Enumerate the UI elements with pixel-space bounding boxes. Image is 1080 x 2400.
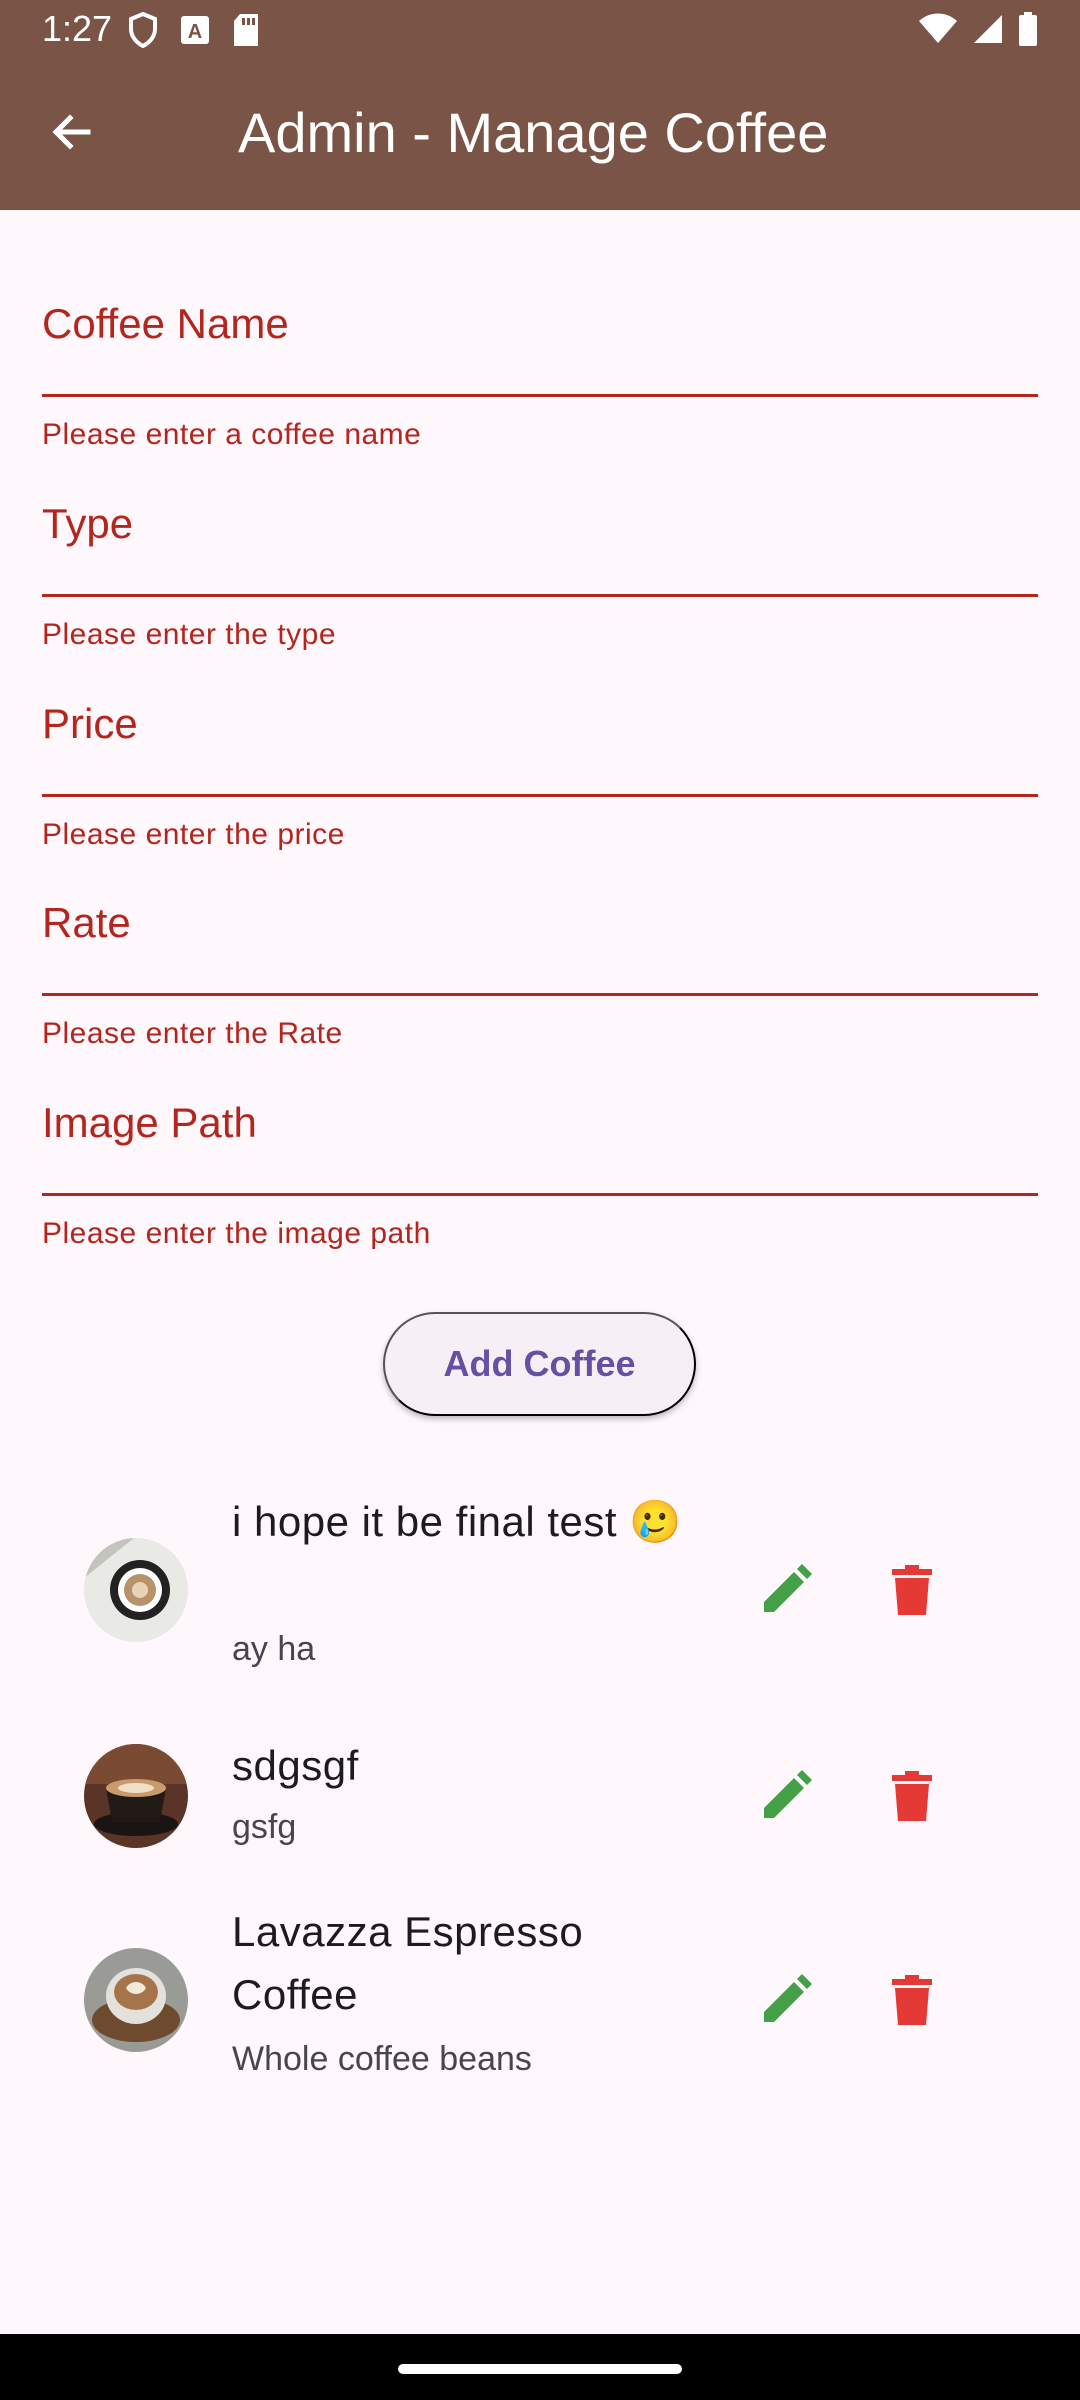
coffee-avatar: [84, 1744, 188, 1848]
sd-card-icon: [234, 14, 258, 46]
edit-button[interactable]: [744, 1958, 828, 2042]
pencil-icon: [764, 1770, 812, 1818]
price-input[interactable]: [42, 700, 1042, 798]
rate-input[interactable]: [42, 899, 1042, 997]
field-error: Please enter the Rate: [42, 1017, 343, 1050]
svg-text:A: A: [188, 21, 202, 43]
cellular-signal-icon: [974, 15, 1002, 43]
status-time: 1:27: [42, 8, 113, 49]
delete-button[interactable]: [870, 1548, 954, 1632]
coffee-list-item[interactable]: Lavazza Espresso Coffee Whole coffee bea…: [0, 1900, 1080, 2100]
page-title: Admin - Manage Coffee: [238, 101, 829, 164]
trash-icon: [892, 1771, 932, 1821]
field-underline: [42, 394, 1038, 397]
trash-icon: [892, 1975, 932, 2025]
pencil-icon: [764, 1564, 812, 1612]
coffee-list-item[interactable]: sdgsgf gsfg: [0, 1740, 1080, 1860]
field-error: Please enter the image path: [42, 1217, 431, 1250]
wifi-icon: [919, 13, 957, 43]
pencil-icon: [764, 1974, 812, 2022]
field-error: Please enter the type: [42, 618, 337, 651]
add-coffee-button[interactable]: Add Coffee: [383, 1312, 696, 1416]
delete-button[interactable]: [870, 1958, 954, 2042]
coffee-name-input[interactable]: [42, 300, 1042, 398]
field-error: Please enter a coffee name: [42, 418, 422, 451]
coffee-list-item[interactable]: i hope it be final test 🥲 ay ha: [0, 1490, 1080, 1690]
screen: 1:27 A Admin - Manage Coffee Coffee Name…: [0, 0, 1080, 2400]
coffee-title: i hope it be final test 🥲: [232, 1498, 683, 1545]
home-gesture-handle[interactable]: [398, 2364, 682, 2374]
status-bar: 1:27 A: [0, 0, 1080, 63]
shield-icon: [129, 12, 157, 48]
font-a-icon: A: [181, 16, 209, 44]
arrow-left-icon: [52, 114, 91, 150]
field-underline: [42, 1193, 1038, 1196]
coffee-avatar: [84, 1948, 188, 2052]
coffee-title: sdgsgf: [232, 1742, 359, 1789]
trash-icon: [892, 1565, 932, 1615]
field-error: Please enter the price: [42, 818, 345, 851]
field-underline: [42, 993, 1038, 996]
field-underline: [42, 794, 1038, 797]
coffee-title: Lavazza Espresso Coffee: [232, 1908, 584, 2018]
coffee-avatar: [84, 1538, 188, 1642]
image-path-input[interactable]: [42, 1099, 1042, 1197]
back-button[interactable]: [42, 102, 102, 162]
app-bar: 1:27 A Admin - Manage Coffee: [0, 0, 1080, 210]
edit-button[interactable]: [744, 1548, 828, 1632]
battery-icon: [1019, 12, 1037, 46]
edit-button[interactable]: [744, 1754, 828, 1838]
coffee-subtitle: gsfg: [232, 1808, 297, 1846]
coffee-subtitle: Whole coffee beans: [232, 2040, 532, 2078]
type-input[interactable]: [42, 500, 1042, 598]
coffee-subtitle: ay ha: [232, 1630, 316, 1668]
field-underline: [42, 594, 1038, 597]
delete-button[interactable]: [870, 1754, 954, 1838]
